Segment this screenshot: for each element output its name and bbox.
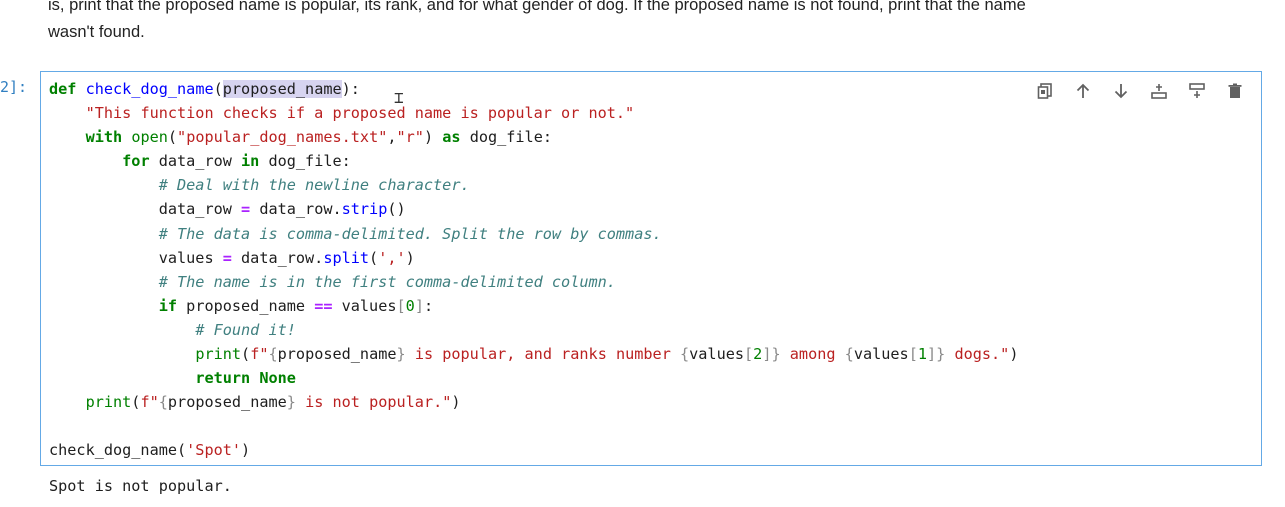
code-line[interactable]: if proposed_name == values[0]: [49, 294, 1018, 318]
code-line[interactable]: data_row = data_row.strip() [49, 197, 1018, 221]
insert-below-icon [1189, 83, 1205, 98]
insert-above-icon [1151, 84, 1167, 99]
markdown-line-2: wasn't found. [48, 23, 145, 41]
cell-toolbar [1031, 80, 1249, 102]
code-line[interactable]: for data_row in dog_file: [49, 149, 1018, 173]
code-cell[interactable]: def check_dog_name(proposed_name): "This… [40, 71, 1262, 466]
code-line[interactable]: # The data is comma-delimited. Split the… [49, 222, 1018, 246]
insert-below-button[interactable] [1183, 80, 1211, 102]
text-cursor-icon: ⌶ [394, 88, 404, 107]
trash-icon [1228, 83, 1242, 98]
arrow-down-icon [1114, 84, 1128, 99]
code-line[interactable]: # Deal with the newline character. [49, 173, 1018, 197]
code-editor[interactable]: def check_dog_name(proposed_name): "This… [49, 77, 1018, 463]
code-line[interactable]: return None [49, 366, 1018, 390]
copy-icon [1037, 83, 1052, 99]
markdown-line-1: is, print that the proposed name is popu… [48, 0, 1026, 14]
duplicate-cell-button[interactable] [1031, 80, 1059, 102]
move-down-button[interactable] [1107, 80, 1135, 102]
code-line[interactable]: "This function checks if a proposed name… [49, 101, 1018, 125]
cell-output: Spot is not popular. [49, 477, 232, 495]
code-line[interactable]: # The name is in the first comma-delimit… [49, 270, 1018, 294]
markdown-cell: is, print that the proposed name is popu… [48, 0, 1228, 46]
move-up-button[interactable] [1069, 80, 1097, 102]
code-line[interactable]: check_dog_name('Spot') [49, 438, 1018, 462]
code-line[interactable]: print(f"{proposed_name} is popular, and … [49, 342, 1018, 366]
code-line[interactable]: ​ [49, 414, 1018, 438]
execution-prompt: 2]: [0, 78, 28, 96]
code-line[interactable]: with open("popular_dog_names.txt","r") a… [49, 125, 1018, 149]
insert-above-button[interactable] [1145, 80, 1173, 102]
code-line[interactable]: values = data_row.split(',') [49, 246, 1018, 270]
arrow-up-icon [1076, 83, 1090, 98]
delete-cell-button[interactable] [1221, 80, 1249, 102]
code-line[interactable]: print(f"{proposed_name} is not popular."… [49, 390, 1018, 414]
code-line[interactable]: # Found it! [49, 318, 1018, 342]
code-line[interactable]: def check_dog_name(proposed_name): [49, 77, 1018, 101]
